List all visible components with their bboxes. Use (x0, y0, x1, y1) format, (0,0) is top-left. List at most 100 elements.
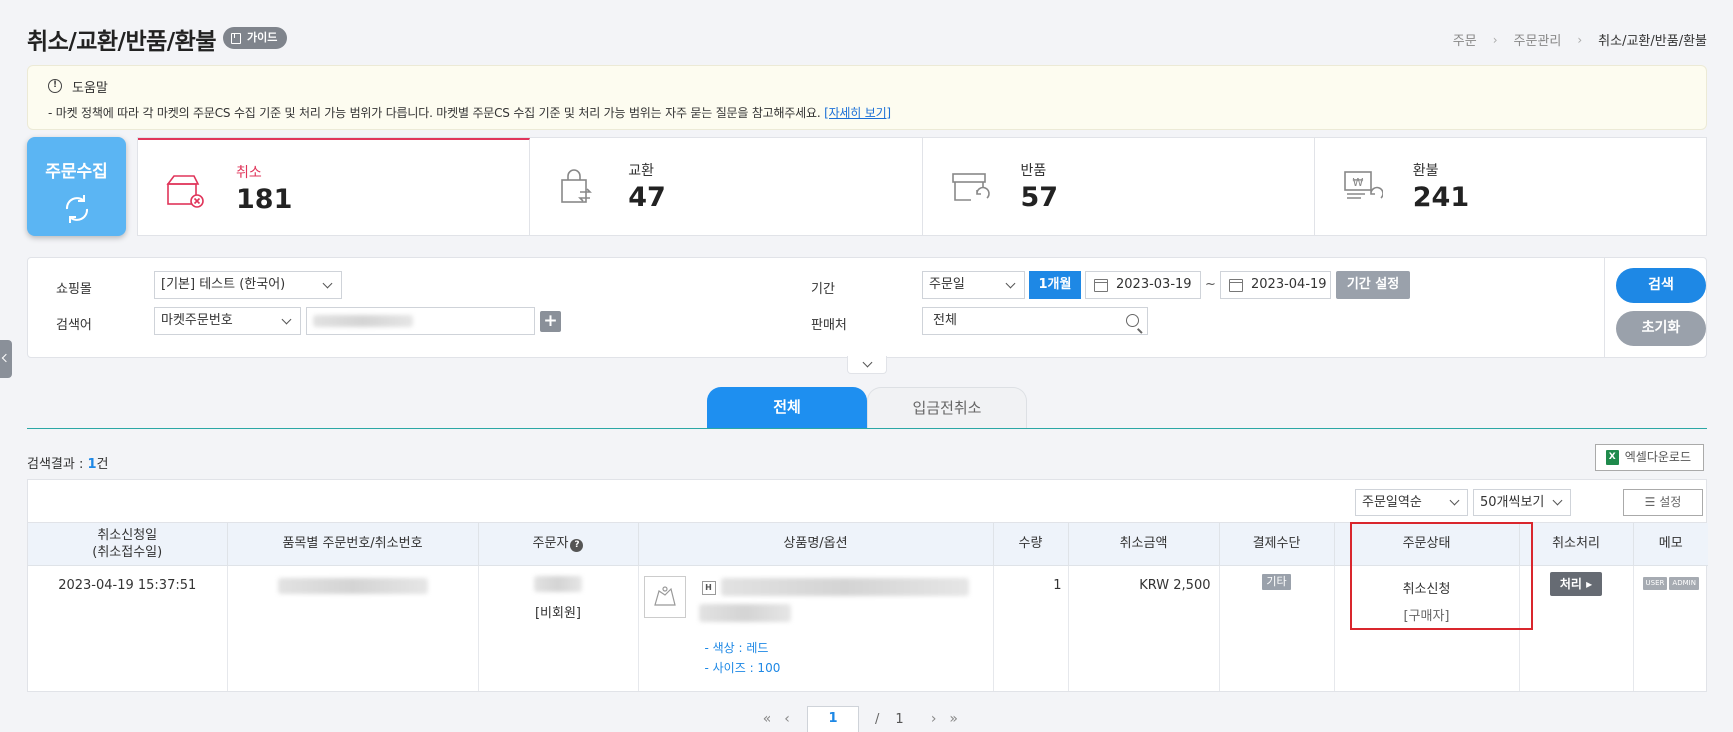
option-size: - 사이즈 : 100 (704, 660, 781, 675)
col-orderer[interactable]: 주문자? (478, 523, 639, 566)
excel-download-button[interactable]: X 엑셀다운로드 (1594, 444, 1704, 471)
result-suffix: 건 (96, 457, 109, 472)
stat-card-cancel[interactable]: 취소 181 (138, 138, 531, 235)
tab-cancel-before-deposit[interactable]: 입금전취소 (867, 387, 1027, 428)
stat-label: 교환 (628, 163, 655, 179)
cell-orderer[interactable]: [비회원] (478, 565, 639, 691)
guide-button[interactable]: 가이드 (223, 27, 288, 49)
cell-order-number[interactable] (227, 565, 479, 691)
settings-label: 설정 (1659, 495, 1682, 509)
sort-value: 주문일역순 (1362, 495, 1422, 510)
result-number: 1 (87, 457, 97, 472)
process-button[interactable]: 처리 ▸ (1549, 571, 1603, 596)
seller-input[interactable]: 전체 (922, 307, 1148, 335)
col-payment[interactable]: 결제수단 (1219, 523, 1335, 566)
total-pages: 1 (895, 711, 904, 727)
breadcrumb-item[interactable]: 주문관리 (1514, 30, 1562, 49)
cs-stats: 주문수집 취소 181 교환 47 반품 57 ₩ 환불 241 (27, 137, 1707, 236)
expand-search-button[interactable] (847, 356, 887, 374)
mall-label: 쇼핑몰 (56, 282, 92, 297)
excel-icon: X (1605, 450, 1619, 465)
image-placeholder-icon (653, 585, 676, 606)
period-type-value: 주문일 (929, 277, 965, 292)
grid-settings-button[interactable]: ☰ 설정 (1623, 489, 1703, 516)
col-cancel-date[interactable]: 취소신청일 (취소접수일) (28, 523, 228, 566)
cell-payment: 기타 (1219, 565, 1335, 691)
stat-card-exchange[interactable]: 교환 47 (530, 138, 923, 235)
result-prefix: 검색결과 : (27, 457, 88, 472)
svg-text:₩: ₩ (1352, 176, 1363, 189)
keyword-label: 검색어 (56, 318, 92, 333)
collect-orders-button[interactable]: 주문수집 (27, 137, 126, 236)
col-amount[interactable]: 취소금액 (1068, 523, 1220, 566)
col-order-number[interactable]: 품목별 주문번호/취소번호 (227, 523, 479, 566)
current-page[interactable]: 1 (807, 706, 859, 732)
stat-value: 47 (628, 182, 666, 213)
period-setting-button[interactable]: 기간 설정 (1336, 271, 1410, 299)
help-more-link[interactable]: [자세히 보기] (824, 106, 891, 120)
memo-user-button[interactable]: USER (1642, 576, 1668, 590)
info-icon: ! (48, 79, 62, 93)
mall-select[interactable]: [기본] 테스트 (한국어) (154, 271, 342, 299)
search-button[interactable]: 검색 (1616, 268, 1706, 303)
pagination: « ‹ 1 / 1 › » (757, 706, 997, 732)
keyword-input[interactable] (306, 307, 535, 335)
period-type-select[interactable]: 주문일 (922, 271, 1025, 299)
reset-button[interactable]: 초기화 (1616, 311, 1706, 346)
cell-product[interactable]: H - 색상 : 레드 - 사이즈 : 100 (638, 565, 994, 691)
tab-all[interactable]: 전체 (707, 387, 867, 428)
first-page-icon[interactable]: « (757, 711, 777, 727)
prev-page-icon[interactable]: ‹ (777, 711, 797, 727)
last-page-icon[interactable]: » (944, 711, 964, 727)
cell-memo: USER ADMIN (1633, 565, 1708, 691)
cell-cancel-date: 2023-04-19 15:37:51 (28, 565, 228, 691)
stat-value: 241 (1412, 182, 1470, 213)
breadcrumb-item[interactable]: 주문 (1453, 30, 1477, 49)
sort-select[interactable]: 주문일역순 (1355, 489, 1468, 516)
breadcrumb: 주문 › 주문관리 › 취소/교환/반품/환불 (1453, 30, 1707, 50)
breadcrumb-current: 취소/교환/반품/환불 (1598, 34, 1707, 49)
date-to-value: 2023-04-19 (1251, 277, 1327, 292)
col-product[interactable]: 상품명/옵션 (638, 523, 994, 566)
stat-label: 반품 (1020, 163, 1047, 179)
search-icon[interactable] (1126, 314, 1139, 327)
help-box: ! 도움말 - 마켓 정책에 따라 각 마켓의 주문CS 수집 기준 및 처리 … (27, 65, 1707, 130)
excel-label: 엑셀다운로드 (1624, 450, 1691, 464)
stat-card-return[interactable]: 반품 57 (923, 138, 1315, 235)
col-qty[interactable]: 수량 (993, 523, 1069, 566)
product-thumbnail[interactable] (643, 575, 686, 618)
divider (1604, 258, 1605, 357)
redacted-order-number (277, 577, 428, 594)
cell-process: 처리 ▸ (1519, 565, 1634, 691)
chevron-right-icon: › (1492, 32, 1498, 47)
help-icon[interactable]: ? (570, 539, 584, 553)
keyword-type-select[interactable]: 마켓주문번호 (154, 307, 301, 335)
redacted-product-name-2 (698, 603, 791, 622)
page-size-select[interactable]: 50개씩보기 (1473, 489, 1571, 516)
seller-value: 전체 (933, 313, 957, 328)
help-text: - 마켓 정책에 따라 각 마켓의 주문CS 수집 기준 및 처리 가능 범위가… (48, 106, 821, 120)
cell-amount: KRW 2,500 (1068, 565, 1220, 691)
memo-admin-button[interactable]: ADMIN (1669, 576, 1699, 590)
next-page-icon[interactable]: › (924, 711, 944, 727)
cancel-box-icon (166, 175, 204, 208)
chevron-right-icon: › (1577, 32, 1583, 47)
chevron-down-icon (1552, 495, 1563, 506)
page-header: 취소/교환/반품/환불 가이드 주문 › 주문관리 › 취소/교환/반품/환불 (27, 20, 1707, 56)
side-panel-toggle[interactable] (0, 340, 12, 378)
page-title: 취소/교환/반품/환불 (27, 29, 216, 55)
tab-bar: 전체 입금전취소 (27, 387, 1707, 429)
collect-label: 주문수집 (45, 162, 108, 182)
redacted-value (313, 315, 413, 327)
col-memo[interactable]: 메모 (1633, 523, 1708, 566)
chevron-down-icon (1005, 278, 1016, 289)
one-month-button[interactable]: 1개월 (1029, 271, 1081, 299)
add-keyword-button[interactable]: + (540, 311, 561, 332)
return-store-icon (951, 173, 990, 201)
date-to-input[interactable]: 2023-04-19 (1220, 271, 1331, 299)
date-from-input[interactable]: 2023-03-19 (1085, 271, 1201, 299)
stat-card-refund[interactable]: ₩ 환불 241 (1315, 138, 1706, 235)
calendar-icon (1094, 279, 1108, 292)
stat-value: 181 (236, 184, 293, 215)
col-process[interactable]: 취소처리 (1519, 523, 1634, 566)
